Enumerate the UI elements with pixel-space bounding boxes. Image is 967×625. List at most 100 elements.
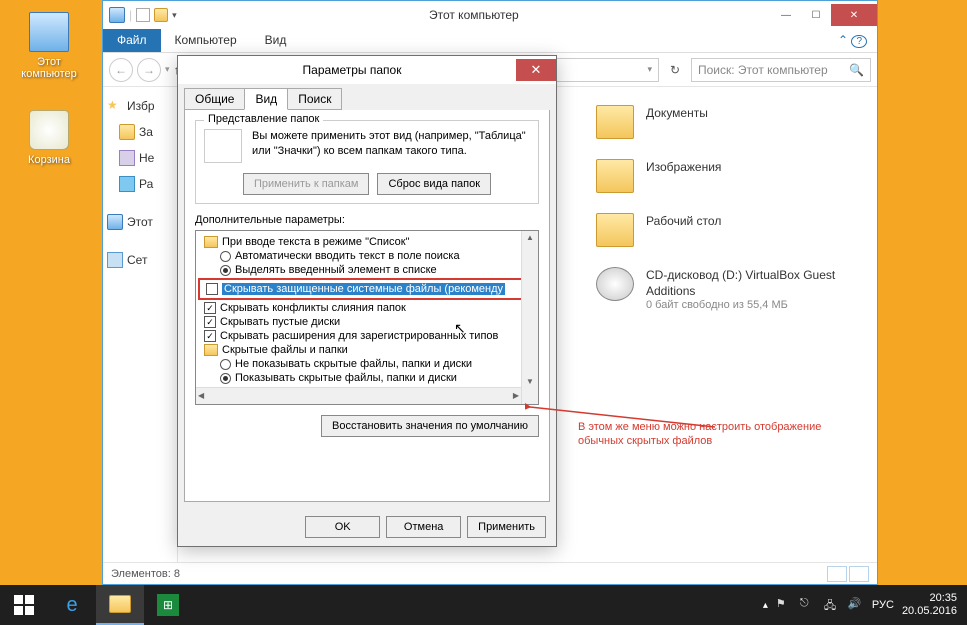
taskbar-ie[interactable]: e xyxy=(48,585,96,625)
recent-icon xyxy=(119,150,135,166)
item-sublabel: 0 байт свободно из 55,4 МБ xyxy=(646,299,859,311)
item-label: Изображения xyxy=(646,159,721,175)
nav-forward-button[interactable]: → xyxy=(137,58,161,82)
store-icon: ⊞ xyxy=(157,594,179,616)
tray-expand-icon[interactable]: ▴ xyxy=(763,600,768,611)
status-count: Элементов: 8 xyxy=(111,568,180,580)
view-details-icon[interactable] xyxy=(827,566,847,582)
window-title: Этот компьютер xyxy=(177,8,771,22)
folder-icon xyxy=(596,105,634,139)
search-placeholder: Поиск: Этот компьютер xyxy=(698,63,828,77)
tray-volume-icon[interactable]: 🔊 xyxy=(848,597,864,613)
cd-drive-icon xyxy=(596,267,634,301)
advanced-label: Дополнительные параметры: xyxy=(195,214,539,226)
app-icon xyxy=(109,7,125,23)
ribbon-tabs: Файл Компьютер Вид ⌃ ? xyxy=(103,29,877,53)
qat-properties-icon[interactable] xyxy=(136,8,150,22)
tree-group-list-typing: При вводе текста в режиме "Список" xyxy=(198,235,536,249)
taskbar-explorer[interactable] xyxy=(96,585,144,625)
refresh-button[interactable]: ↻ xyxy=(663,58,687,82)
group-legend: Представление папок xyxy=(204,113,323,125)
radio-icon xyxy=(220,251,231,262)
restore-defaults-button[interactable]: Восстановить значения по умолчанию xyxy=(321,415,539,437)
tree-scrollbar-h[interactable] xyxy=(196,387,521,404)
tab-computer[interactable]: Компьютер xyxy=(161,29,251,52)
tree-scrollbar-v[interactable] xyxy=(521,231,538,404)
item-cd-drive[interactable]: CD-дисковод (D:) VirtualBox Guest Additi… xyxy=(592,257,863,321)
tab-search[interactable]: Поиск xyxy=(287,88,342,110)
sidebar-desktop[interactable]: Ра xyxy=(105,171,175,197)
close-button[interactable]: ✕ xyxy=(831,4,877,26)
tree-check-hide-merge[interactable]: ✓Скрывать конфликты слияния папок xyxy=(198,301,536,315)
checkbox-icon: ✓ xyxy=(204,330,216,342)
tab-general[interactable]: Общие xyxy=(184,88,245,110)
minimize-button[interactable]: — xyxy=(771,4,801,26)
view-icons-icon[interactable] xyxy=(849,566,869,582)
desktop-icon xyxy=(119,176,135,192)
reset-folders-button[interactable]: Сброс вида папок xyxy=(377,173,491,195)
nav-back-button[interactable]: ← xyxy=(109,58,133,82)
tree-highlight-hide-protected[interactable]: Скрывать защищенные системные файлы (рек… xyxy=(198,278,536,300)
folder-icon xyxy=(204,344,218,356)
dialog-title: Параметры папок xyxy=(188,63,516,77)
tree-check-hide-ext[interactable]: ✓Скрывать расширения для зарегистрирован… xyxy=(198,329,536,343)
folder-icon xyxy=(204,236,218,248)
tree-radio-auto-type[interactable]: Автоматически вводить текст в поле поиск… xyxy=(198,249,536,263)
qat-newfolder-icon[interactable] xyxy=(154,8,168,22)
folder-icon xyxy=(596,159,634,193)
folder-icon xyxy=(596,213,634,247)
desktop-icon-recycle-bin[interactable]: Корзина xyxy=(14,110,84,166)
search-input[interactable]: Поиск: Этот компьютер 🔍 xyxy=(691,58,871,82)
dialog-titlebar: Параметры папок ✕ xyxy=(178,56,556,84)
advanced-settings-tree[interactable]: При вводе текста в режиме "Список" Автом… xyxy=(195,230,539,405)
checkbox-icon xyxy=(206,283,218,295)
maximize-button[interactable]: ☐ xyxy=(801,4,831,26)
sidebar-downloads[interactable]: За xyxy=(105,119,175,145)
tray-clock[interactable]: 20:35 20.05.2016 xyxy=(902,592,957,618)
tray-language[interactable]: РУС xyxy=(872,599,894,611)
folder-options-dialog: Параметры папок ✕ Общие Вид Поиск Предст… xyxy=(177,55,557,547)
tab-file[interactable]: Файл xyxy=(103,29,161,52)
nav-history-dropdown[interactable]: ▾ xyxy=(165,64,170,75)
tray-devices-icon[interactable]: ⎋ xyxy=(800,597,816,613)
dialog-close-button[interactable]: ✕ xyxy=(516,59,556,81)
tray-network-icon[interactable]: 🖧 xyxy=(824,597,840,613)
titlebar: | ▾ Этот компьютер — ☐ ✕ xyxy=(103,1,877,29)
tray-time: 20:35 xyxy=(902,592,957,605)
tree-group-hidden-files: Скрытые файлы и папки xyxy=(198,343,536,357)
taskbar-store[interactable]: ⊞ xyxy=(144,585,192,625)
tree-radio-dont-show-hidden[interactable]: Не показывать скрытые файлы, папки и дис… xyxy=(198,357,536,371)
sidebar-network[interactable]: Сет xyxy=(105,247,175,273)
tree-check-hide-empty[interactable]: ✓Скрывать пустые диски xyxy=(198,315,536,329)
cancel-button[interactable]: Отмена xyxy=(386,516,461,538)
folder-view-icon xyxy=(204,129,242,163)
search-icon: 🔍 xyxy=(849,63,864,77)
item-desktop[interactable]: Рабочий стол xyxy=(592,203,863,257)
item-documents[interactable]: Документы xyxy=(592,95,863,149)
sidebar-recent[interactable]: Не xyxy=(105,145,175,171)
start-button[interactable] xyxy=(0,585,48,625)
radio-icon xyxy=(220,265,231,276)
tab-view[interactable]: Вид xyxy=(251,29,301,52)
tree-radio-select-typed[interactable]: Выделять введенный элемент в списке xyxy=(198,263,536,277)
ribbon-collapse-icon[interactable]: ⌃ ? xyxy=(828,29,877,52)
tray-flag-icon[interactable]: ⚑ xyxy=(776,597,792,613)
tree-radio-show-hidden[interactable]: Показывать скрытые файлы, папки и диски xyxy=(198,371,536,385)
sidebar-this-pc[interactable]: Этот xyxy=(105,209,175,235)
item-pictures[interactable]: Изображения xyxy=(592,149,863,203)
system-tray: ▴ ⚑ ⎋ 🖧 🔊 РУС 20:35 20.05.2016 xyxy=(763,592,967,618)
pc-icon xyxy=(29,12,69,52)
address-dropdown-icon[interactable]: ▾ xyxy=(647,64,652,75)
dialog-tabs: Общие Вид Поиск xyxy=(178,84,556,110)
sidebar-favorites[interactable]: ★Избр xyxy=(105,93,175,119)
tab-view[interactable]: Вид xyxy=(244,88,288,110)
item-label: Рабочий стол xyxy=(646,213,721,229)
desktop-icon-this-pc[interactable]: Этот компьютер xyxy=(14,12,84,80)
apply-button[interactable]: Применить xyxy=(467,516,546,538)
annotation-text: В этом же меню можно настроить отображен… xyxy=(578,420,868,449)
pc-icon xyxy=(107,214,123,230)
desktop-icon-label: Этот компьютер xyxy=(14,56,84,80)
ok-button[interactable]: OK xyxy=(305,516,380,538)
taskbar: e ⊞ ▴ ⚑ ⎋ 🖧 🔊 РУС 20:35 20.05.2016 xyxy=(0,585,967,625)
apply-to-folders-button[interactable]: Применить к папкам xyxy=(243,173,370,195)
